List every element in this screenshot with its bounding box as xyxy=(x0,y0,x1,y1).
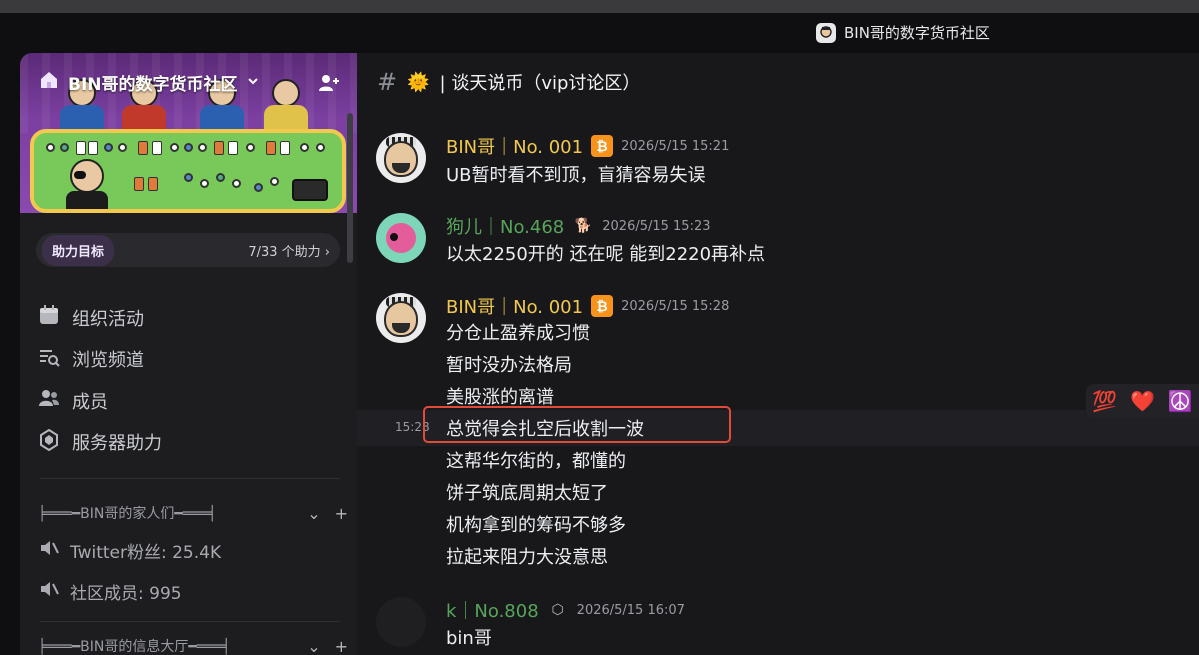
browse-channels-icon xyxy=(38,346,60,373)
timestamp: 2026/5/15 15:21 xyxy=(621,138,730,154)
sidebar-divider xyxy=(40,478,340,479)
message-header: BIN哥｜No. 001 ₿ 2026/5/15 15:28 xyxy=(446,293,729,319)
sidebar-divider xyxy=(40,621,340,622)
server-icon xyxy=(816,22,836,43)
bitcoin-icon: ₿ xyxy=(591,135,614,157)
category-header[interactable]: ╞═══━BIN哥的家人们━═══╡ ⌄ + xyxy=(38,503,348,523)
window-titlebar: BIN哥的数字货币社区 xyxy=(0,13,1199,53)
sidebar-nav: 组织活动 浏览频道 成员 服务器助力 xyxy=(38,297,338,463)
highlight-annotation-box xyxy=(423,406,731,443)
avatar[interactable] xyxy=(376,293,426,343)
bitcoin-icon: ₿ xyxy=(591,295,614,317)
voice-channel[interactable]: Twitter粉丝: 25.4K xyxy=(38,537,221,564)
nav-label: 服务器助力 xyxy=(72,433,162,455)
timestamp: 2026/5/15 16:07 xyxy=(576,602,685,618)
channel-hash-icon: # xyxy=(377,68,398,96)
speaker-muted-icon xyxy=(38,578,60,605)
heart-icon[interactable]: ❤️ xyxy=(1130,389,1155,413)
add-channel-icon[interactable]: + xyxy=(335,504,348,523)
chevron-down-icon[interactable]: ⌄ xyxy=(307,637,320,655)
nav-label: 浏览频道 xyxy=(72,350,144,372)
nav-members[interactable]: 成员 xyxy=(38,380,338,422)
author-name[interactable]: k｜No.808 xyxy=(446,597,539,623)
server-boost-goal[interactable]: 助力目标 7/33 个助力 › xyxy=(36,233,340,267)
voice-channel[interactable]: 社区成员: 995 xyxy=(38,578,182,605)
chat-area: # 🌞 | 谈天说币（vip讨论区） BIN哥｜No. 001 ₿ 2026/5… xyxy=(357,53,1199,655)
avatar[interactable] xyxy=(376,133,426,183)
message-header: BIN哥｜No. 001 ₿ 2026/5/15 15:21 xyxy=(446,133,729,159)
nav-events[interactable]: 组织活动 xyxy=(38,297,338,339)
avatar[interactable] xyxy=(376,597,426,647)
nav-label: 成员 xyxy=(72,391,108,413)
nav-browse-channels[interactable]: 浏览频道 xyxy=(38,339,338,381)
channel-label: Twitter粉丝: 25.4K xyxy=(70,543,222,563)
server-name: BIN哥的数字货币社区 xyxy=(68,75,238,95)
boost-icon xyxy=(38,428,60,456)
cube-icon: ⬡ xyxy=(551,602,564,618)
members-icon xyxy=(38,387,60,414)
home-icon xyxy=(38,69,60,96)
calendar-icon xyxy=(38,304,60,331)
nav-label: 组织活动 xyxy=(72,308,144,330)
hundred-points-icon[interactable]: 💯 xyxy=(1092,389,1117,413)
boost-count: 7/33 个助力 › xyxy=(248,244,330,260)
nav-server-boost[interactable]: 服务器助力 xyxy=(38,422,338,464)
category-header[interactable]: ╞═══━BIN哥的信息大厅━═══╡ ⌄ + xyxy=(38,636,348,655)
channel-label: 社区成员: 995 xyxy=(70,584,182,604)
message-line: 分仓止盈养成习惯 xyxy=(446,323,590,344)
channel-header: # 🌞 | 谈天说币（vip讨论区） xyxy=(357,53,1199,111)
add-channel-icon[interactable]: + xyxy=(335,637,348,655)
message-line: bin哥 xyxy=(446,628,492,649)
window-title: BIN哥的数字货币社区 xyxy=(816,22,990,43)
message-line: 以太2250开的 还在呢 能到2220再补点 xyxy=(446,244,766,265)
message-line: 机构拿到的筹码不够多 xyxy=(446,515,626,536)
message-header: 狗儿｜No.468 🐕 2026/5/15 15:23 xyxy=(446,213,711,239)
category-label: ╞═══━BIN哥的信息大厅━═══╡ xyxy=(38,639,231,655)
channel-emoji: 🌞 xyxy=(407,71,430,93)
invite-people-icon[interactable] xyxy=(317,71,341,95)
category-label: ╞═══━BIN哥的家人们━═══╡ xyxy=(38,506,217,522)
sidebar-scrollbar[interactable] xyxy=(347,113,353,263)
chevron-down-icon xyxy=(246,73,260,93)
chevron-down-icon[interactable]: ⌄ xyxy=(307,504,320,523)
author-name[interactable]: BIN哥｜No. 001 xyxy=(446,293,583,319)
message-line: 暂时没办法格局 xyxy=(446,355,572,376)
author-name[interactable]: BIN哥｜No. 001 xyxy=(446,133,583,159)
timestamp: 2026/5/15 15:28 xyxy=(621,298,730,314)
boost-goal-label: 助力目标 xyxy=(42,234,115,266)
os-top-strip xyxy=(0,0,1199,13)
message-line: UB暂时看不到顶，盲猜容易失误 xyxy=(446,165,706,186)
timestamp: 2026/5/15 15:23 xyxy=(602,218,711,234)
message-line: 饼子筑底周期太短了 xyxy=(446,483,608,504)
server-sidebar: BIN哥的数字货币社区 助力目标 7/33 个助力 › 组织活动 浏览频道 成员… xyxy=(20,53,357,655)
message-line: 拉起来阻力大没意思 xyxy=(446,547,608,568)
speaker-muted-icon xyxy=(38,537,60,564)
dog-icon: 🐕 xyxy=(574,218,592,234)
avatar[interactable] xyxy=(376,213,426,263)
message-header: k｜No.808 ⬡ 2026/5/15 16:07 xyxy=(446,597,685,623)
window-title-text: BIN哥的数字货币社区 xyxy=(844,24,990,42)
banner-poker-table xyxy=(30,129,346,213)
reaction-bar: 💯 ❤️ ☮️ xyxy=(1086,384,1199,418)
server-banner: BIN哥的数字货币社区 xyxy=(20,53,357,213)
channel-name: | 谈天说币（vip讨论区） xyxy=(439,73,641,94)
message-line: 这帮华尔街的，都懂的 xyxy=(446,451,626,472)
server-name-dropdown[interactable]: BIN哥的数字货币社区 xyxy=(38,69,260,96)
author-name[interactable]: 狗儿｜No.468 xyxy=(446,213,564,239)
peace-icon[interactable]: ☮️ xyxy=(1168,389,1193,413)
